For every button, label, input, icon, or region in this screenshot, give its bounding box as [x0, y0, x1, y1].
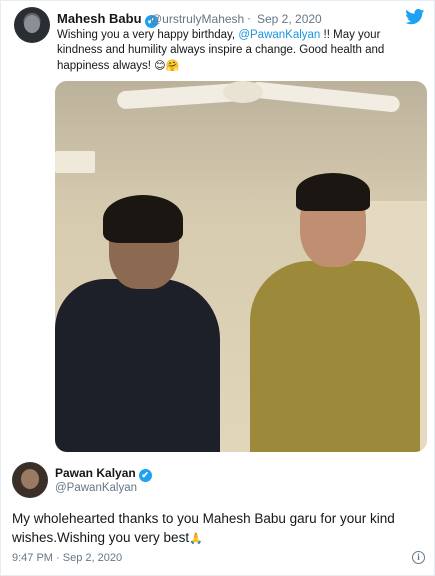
tweet-card: Mahesh Babu ✔ @urstrulyMahesh · Sep 2, 20… — [0, 0, 435, 576]
photo-fan-hub — [223, 81, 263, 103]
tweet-text: Wishing you a very happy birthday, @Pawa… — [57, 28, 427, 74]
author-handle[interactable]: @urstrulyMahesh — [150, 12, 244, 26]
avatar[interactable] — [12, 462, 48, 498]
separator: · — [247, 11, 251, 25]
tweet-text-part: Wishing you a very happy birthday, — [57, 29, 239, 41]
photo-wall-light — [55, 151, 95, 173]
photo-hair-left — [103, 195, 183, 243]
tweet-timestamp[interactable]: 9:47 PM · Sep 2, 2020 — [12, 552, 122, 564]
author-handle[interactable]: @PawanKalyan — [55, 482, 137, 494]
avatar[interactable] — [14, 7, 50, 43]
photo-person-right — [240, 171, 427, 452]
tweet-date[interactable]: Sep 2, 2020 — [257, 12, 322, 26]
author-name[interactable]: Pawan Kalyan ✔ — [55, 466, 152, 482]
photo-hair-right — [296, 173, 370, 211]
info-icon[interactable]: i — [412, 551, 425, 564]
tweet-text-part: My wholehearted thanks to you Mahesh Bab… — [12, 511, 395, 545]
emoji: 🙏 — [189, 532, 203, 545]
twitter-bird-icon[interactable] — [405, 9, 425, 25]
mention-link[interactable]: @PawanKalyan — [238, 29, 320, 41]
author-name-text[interactable]: Pawan Kalyan — [55, 466, 136, 480]
tweet-text: My wholehearted thanks to you Mahesh Bab… — [12, 509, 428, 548]
emoji: 😊🤗 — [154, 59, 180, 72]
quoted-tweet[interactable]: Mahesh Babu ✔ @urstrulyMahesh · Sep 2, 20… — [1, 1, 434, 452]
photo-person-left — [55, 195, 230, 452]
author-name-text[interactable]: Mahesh Babu — [57, 11, 142, 26]
photo-shirt-olive — [250, 261, 420, 452]
tweet-photo[interactable] — [55, 81, 427, 452]
author-name[interactable]: Mahesh Babu ✔ — [57, 11, 158, 28]
verified-badge-icon: ✔ — [138, 469, 152, 482]
photo-shirt-dark — [55, 279, 220, 452]
